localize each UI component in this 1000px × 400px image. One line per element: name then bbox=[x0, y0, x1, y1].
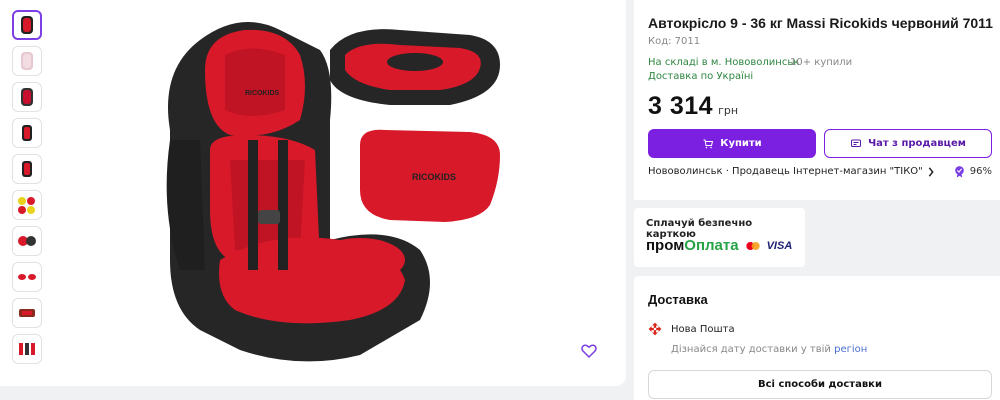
buy-button-label: Купити bbox=[720, 138, 762, 149]
buy-button[interactable]: Купити bbox=[648, 129, 816, 158]
product-info-card: Автокрісло 9 - 36 кг Massi Ricokids черв… bbox=[634, 0, 1000, 200]
stock-status: На складі в м. Нововолинськ bbox=[648, 57, 800, 68]
chat-with-seller-button[interactable]: Чат з продавцем bbox=[824, 129, 992, 158]
cart-icon bbox=[703, 139, 714, 148]
headrest-brand-text: RICOKIDS bbox=[245, 90, 280, 97]
seller-info: Нововолинськ · Продавець Інтернет-магази… bbox=[648, 166, 923, 177]
seat-thumbnail-image bbox=[21, 88, 33, 106]
carrier-name: Нова Пошта bbox=[671, 324, 735, 335]
delivery-title: Доставка bbox=[648, 292, 708, 307]
seat-thumbnail-image bbox=[22, 161, 32, 177]
seat-thumbnail-image bbox=[19, 309, 35, 317]
rating-badge-icon bbox=[954, 166, 964, 178]
prom-oplata-logo: промОплата bbox=[646, 237, 739, 254]
thumbnail-2[interactable] bbox=[12, 46, 42, 76]
thumbnail-9[interactable] bbox=[12, 298, 42, 328]
chevron-right-icon bbox=[928, 166, 934, 177]
thumbnail-5[interactable] bbox=[12, 154, 42, 184]
heart-icon bbox=[581, 344, 597, 359]
thumbnail-1[interactable] bbox=[12, 10, 42, 40]
price-currency: грн bbox=[718, 104, 739, 117]
add-to-favorites-button[interactable] bbox=[574, 336, 604, 366]
delivery-date-hint: Дізнайся дату доставки у твій регіон bbox=[671, 344, 867, 355]
nova-poshta-icon bbox=[648, 322, 662, 336]
seat-thumbnail-image bbox=[18, 274, 36, 280]
product-title: Автокрісло 9 - 36 кг Massi Ricokids черв… bbox=[648, 15, 993, 31]
thumbnail-3[interactable] bbox=[12, 82, 42, 112]
safe-payment-card: Сплачуй безпечно карткою промОплата VISA bbox=[634, 208, 805, 267]
thumbnail-6[interactable] bbox=[12, 190, 42, 220]
all-delivery-methods-button[interactable]: Всі способи доставки bbox=[648, 370, 992, 399]
prom-logo-part1: пром bbox=[646, 237, 685, 254]
delivery-scope: Доставка по Україні bbox=[648, 71, 754, 82]
product-gallery: RICOKIDS RICOKIDS bbox=[0, 0, 626, 386]
thumbnail-10[interactable] bbox=[12, 334, 42, 364]
product-code: Код: 7011 bbox=[648, 36, 701, 47]
thumbnail-strip bbox=[12, 10, 44, 370]
seat-thumbnail-image bbox=[22, 125, 32, 141]
seat-thumbnail-image bbox=[21, 16, 33, 34]
brand-logo-text: RICOKIDS bbox=[412, 172, 456, 182]
thumbnail-4[interactable] bbox=[12, 118, 42, 148]
seat-thumbnail-image bbox=[19, 343, 35, 355]
product-main-image[interactable]: RICOKIDS RICOKIDS bbox=[150, 10, 610, 370]
payment-logos: промОплата VISA bbox=[646, 237, 792, 254]
chat-icon bbox=[851, 139, 862, 147]
delivery-card: Доставка Нова Пошта Дізнайся дату достав… bbox=[634, 276, 1000, 400]
purchase-count: 10+ купили bbox=[790, 57, 853, 68]
price-value: 3 314 bbox=[648, 92, 714, 120]
delivery-hint-text: Дізнайся дату доставки у твій bbox=[671, 344, 831, 355]
price-block: 3 314 грн bbox=[648, 92, 738, 121]
thumbnail-7[interactable] bbox=[12, 226, 42, 256]
region-link[interactable]: регіон bbox=[834, 344, 867, 355]
visa-logo: VISA bbox=[766, 239, 793, 252]
seat-thumbnail-image bbox=[18, 236, 36, 246]
seller-link[interactable]: Нововолинськ · Продавець Інтернет-магази… bbox=[648, 166, 935, 177]
chat-button-label: Чат з продавцем bbox=[868, 138, 966, 149]
seat-thumbnail-image bbox=[21, 52, 33, 70]
seller-rating: 96% bbox=[953, 165, 992, 178]
rating-value: 96% bbox=[969, 166, 992, 177]
seat-thumbnail-image bbox=[18, 197, 35, 214]
thumbnail-8[interactable] bbox=[12, 262, 42, 292]
mastercard-icon bbox=[745, 241, 760, 250]
prom-logo-part2: Оплата bbox=[684, 237, 739, 254]
